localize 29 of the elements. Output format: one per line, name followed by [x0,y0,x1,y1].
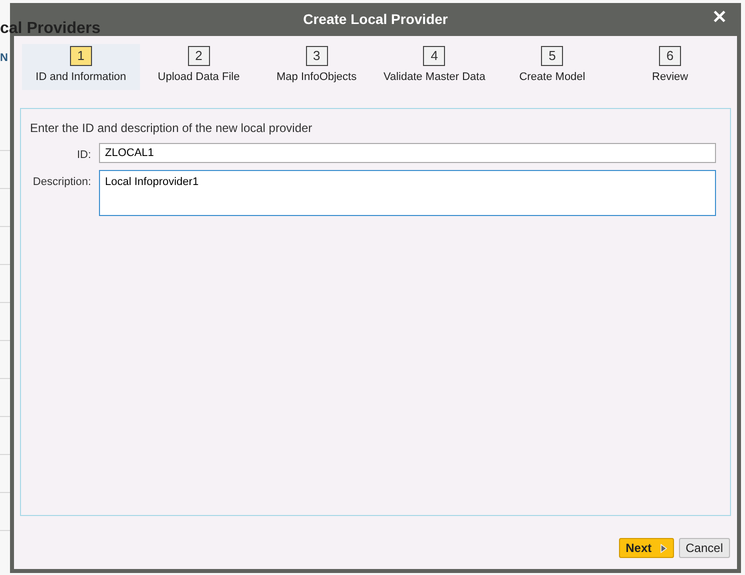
wizard-step[interactable]: 3 Map InfoObjects [258,44,376,90]
step-label: ID and Information [36,70,126,85]
wizard-step[interactable]: 6 Review [611,44,729,90]
caret-icon [660,544,667,552]
step-number: 1 [70,46,92,66]
wizard-step[interactable]: 1 ID and Information [22,44,140,90]
close-button[interactable]: ✕ [712,8,727,26]
dialog-title: Create Local Provider [303,10,448,29]
wizard-step[interactable]: 4 Validate Master Data [375,44,494,90]
next-button[interactable]: Next [618,538,674,558]
step-number: 2 [188,46,210,66]
step-label: Upload Data File [158,70,240,85]
description-field[interactable]: Local Infoprovider1 [99,170,716,216]
id-field[interactable]: ZLOCAL1 [99,143,716,163]
cancel-button[interactable]: Cancel [678,538,730,558]
column-header: N [0,51,8,66]
step-number: 3 [306,46,328,66]
step-number: 6 [659,46,682,66]
wizard-step[interactable]: 5 Create Model [493,44,612,90]
step-number: 4 [423,46,446,66]
field-label: ID: [76,148,91,163]
wizard-step[interactable]: 2 Upload Data File [140,44,258,90]
instruction-text: Enter the ID and description of the new local provider [30,120,314,137]
step-label: Review [652,70,688,85]
step-label: Create Model [519,70,586,85]
step-label: Map InfoObjects [276,70,357,85]
step-label: Validate Master Data [383,70,486,85]
field-label: Description: [32,174,91,190]
step-number: 5 [541,46,564,66]
